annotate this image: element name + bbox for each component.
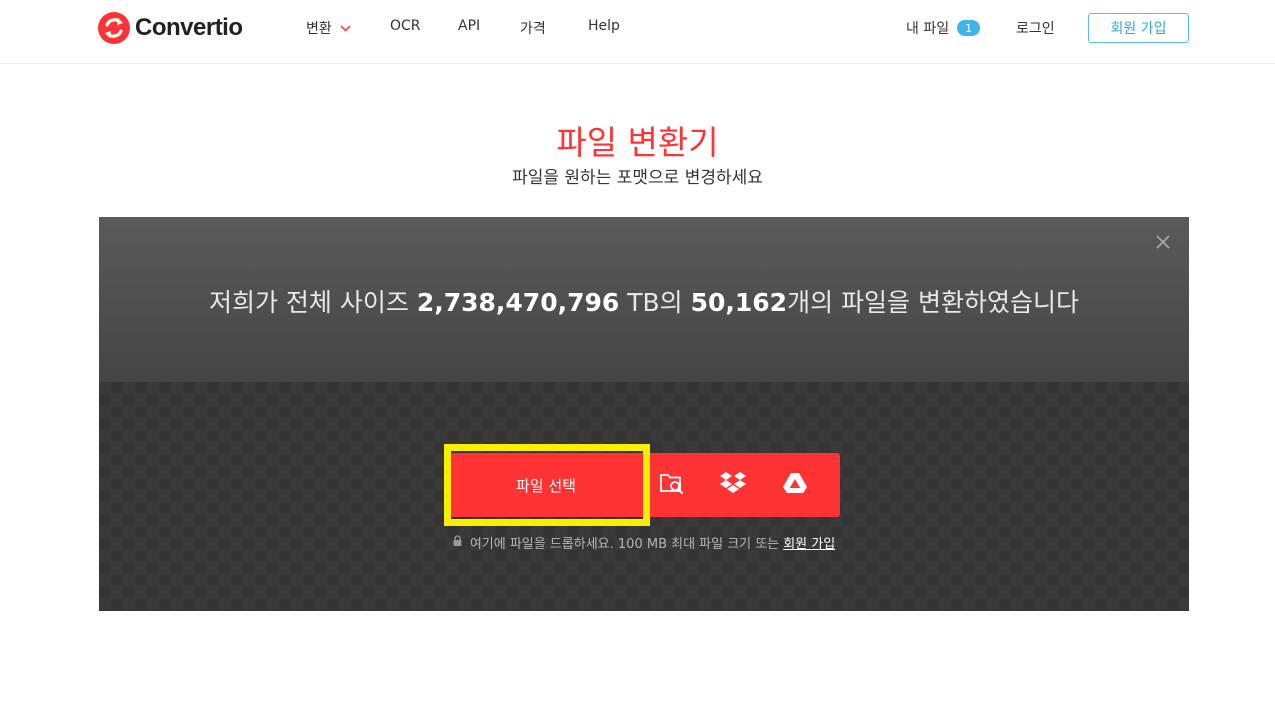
lock-icon xyxy=(453,535,462,550)
chevron-down-icon xyxy=(340,20,351,36)
nav-convert-label: 변환 xyxy=(306,21,332,37)
nav-help[interactable]: Help xyxy=(588,18,620,34)
stats-suffix: 개의 파일을 변환하였습니다 xyxy=(787,288,1079,317)
close-icon[interactable] xyxy=(1155,234,1171,250)
upload-box-header: 저희가 전체 사이즈 2,738,470,796 TB의 50,162개의 파일… xyxy=(99,217,1189,382)
choose-files-highlight xyxy=(444,444,650,526)
my-files-label: 내 파일 xyxy=(906,21,950,37)
stats-mid: TB의 xyxy=(619,288,691,317)
logo[interactable]: Convertio xyxy=(98,12,243,44)
dropbox-button[interactable] xyxy=(703,453,763,517)
logo-text: Convertio xyxy=(135,14,243,41)
convertio-logo-icon xyxy=(98,12,130,44)
drop-note: 여기에 파일을 드롭하세요. 100 MB 최대 파일 크기 또는 회원 가입 xyxy=(99,533,1189,552)
google-drive-icon xyxy=(782,472,808,498)
stats-prefix: 저희가 전체 사이즈 xyxy=(208,288,417,317)
folder-search-icon xyxy=(659,471,685,499)
drop-note-signup-link[interactable]: 회원 가입 xyxy=(783,533,835,552)
nav-api[interactable]: API xyxy=(458,18,480,34)
from-url-button[interactable] xyxy=(642,453,702,517)
nav-ocr[interactable]: OCR xyxy=(390,18,421,34)
page-subtitle: 파일을 원하는 포맷으로 변경하세요 xyxy=(512,168,763,188)
header: Convertio 변환 OCR API 가격 Help 내 파일 1 로그인 … xyxy=(0,0,1275,64)
google-drive-button[interactable] xyxy=(765,453,825,517)
stats-size: 2,738,470,796 xyxy=(416,288,620,317)
my-files-count-badge: 1 xyxy=(957,20,981,36)
nav-convert[interactable]: 변환 xyxy=(306,18,351,38)
stats-count: 50,162 xyxy=(690,288,788,317)
drop-note-text: 여기에 파일을 드롭하세요. 100 MB 최대 파일 크기 또는 xyxy=(469,537,780,552)
dropbox-icon xyxy=(719,471,747,499)
nav-pricing[interactable]: 가격 xyxy=(520,18,546,38)
page-title: 파일 변환기 xyxy=(556,123,719,162)
upload-box: 저희가 전체 사이즈 2,738,470,796 TB의 50,162개의 파일… xyxy=(99,217,1189,611)
my-files-link[interactable]: 내 파일 1 xyxy=(906,18,981,38)
conversion-stats: 저희가 전체 사이즈 2,738,470,796 TB의 50,162개의 파일… xyxy=(99,283,1189,319)
signup-button[interactable]: 회원 가입 xyxy=(1088,13,1189,43)
login-link[interactable]: 로그인 xyxy=(1016,18,1055,38)
